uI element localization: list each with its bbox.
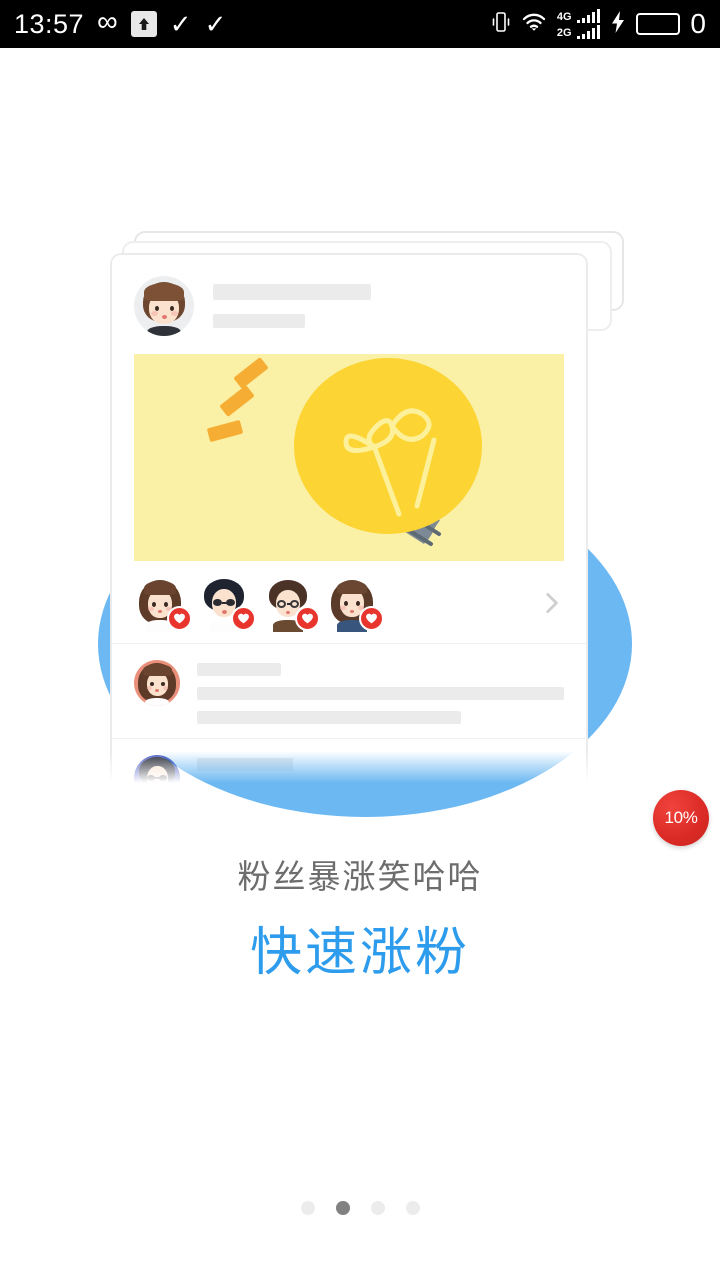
- placeholder-commenter-name-1: [197, 663, 281, 676]
- comment-row-1[interactable]: [112, 644, 586, 739]
- page-indicator[interactable]: [0, 1201, 720, 1215]
- progress-badge-label: 10%: [664, 808, 698, 827]
- signal-strength-icon: 4G 2G: [557, 9, 601, 39]
- chevron-right-icon[interactable]: [538, 590, 564, 616]
- heart-icon-1: [167, 606, 192, 631]
- comment-placeholders-2: [197, 755, 564, 783]
- placeholder-comment-line-3: [197, 782, 513, 783]
- comment-placeholders-1: [197, 660, 564, 724]
- page-dot-2[interactable]: [335, 1201, 350, 1215]
- wifi-icon: [521, 11, 547, 38]
- heart-icon-3: [295, 606, 320, 631]
- commenter-avatar-1[interactable]: [134, 660, 180, 706]
- signal-bars-2g: [576, 25, 601, 39]
- battery-icon: [636, 13, 681, 35]
- check-circle-icon-1: ✓: [169, 9, 192, 39]
- liker-avatar-4[interactable]: [326, 577, 384, 632]
- post-likers-row[interactable]: [112, 561, 586, 644]
- onboarding-slide: 10% 粉丝暴涨笑哈哈 快速涨粉: [0, 48, 720, 1280]
- slide-title: 快速涨粉: [249, 924, 470, 983]
- placeholder-comment-line-1: [197, 687, 564, 700]
- signal-bars-4g: [576, 9, 601, 23]
- battery-level-zero: 0: [690, 8, 706, 39]
- infinity-icon: ∞: [97, 5, 118, 38]
- page-dot-3[interactable]: [370, 1201, 385, 1215]
- upload-icon: [130, 11, 157, 37]
- placeholder-comment-line-2: [197, 711, 462, 724]
- post-header: [112, 255, 586, 354]
- check-circle-icon-2: ✓: [204, 9, 227, 39]
- signal-label-2g: 2G: [556, 27, 572, 39]
- placeholder-username: [213, 284, 371, 300]
- lightbulb-idea-illustration: [207, 357, 482, 546]
- page-dot-4[interactable]: [405, 1201, 420, 1215]
- placeholder-timestamp: [213, 314, 305, 328]
- signal-row-4g: 4G: [557, 9, 601, 23]
- comment-row-2[interactable]: [112, 739, 586, 783]
- liker-avatar-1[interactable]: [134, 577, 192, 632]
- user-avatar-boy[interactable]: [134, 276, 194, 336]
- heart-icon-2: [231, 606, 256, 631]
- signal-label-4g: 4G: [556, 11, 572, 23]
- post-banner-image[interactable]: [134, 354, 564, 561]
- signal-row-2g: 2G: [557, 25, 601, 39]
- status-bar-right: 4G 2G 0: [491, 9, 706, 39]
- status-bar: 13:57 ∞ ✓ ✓ 4G 2G 0: [0, 0, 720, 48]
- commenter-avatar-2[interactable]: [134, 755, 180, 783]
- progress-badge[interactable]: 10%: [653, 790, 709, 846]
- liker-avatar-2[interactable]: [198, 577, 256, 632]
- status-bar-left: 13:57 ∞ ✓ ✓: [14, 5, 491, 39]
- post-header-placeholders: [213, 284, 371, 328]
- heart-icon-4: [359, 606, 384, 631]
- slide-captions: 粉丝暴涨笑哈哈 快速涨粉: [0, 856, 720, 986]
- placeholder-commenter-name-2: [197, 758, 293, 771]
- page-dot-1[interactable]: [300, 1201, 315, 1215]
- liker-avatar-3[interactable]: [262, 577, 320, 632]
- slide-subtitle: 粉丝暴涨笑哈哈: [237, 858, 483, 895]
- status-clock: 13:57: [14, 8, 85, 39]
- vibrate-icon: [491, 11, 511, 38]
- feed-post-card[interactable]: [110, 253, 588, 783]
- charging-bolt-icon: [610, 10, 626, 39]
